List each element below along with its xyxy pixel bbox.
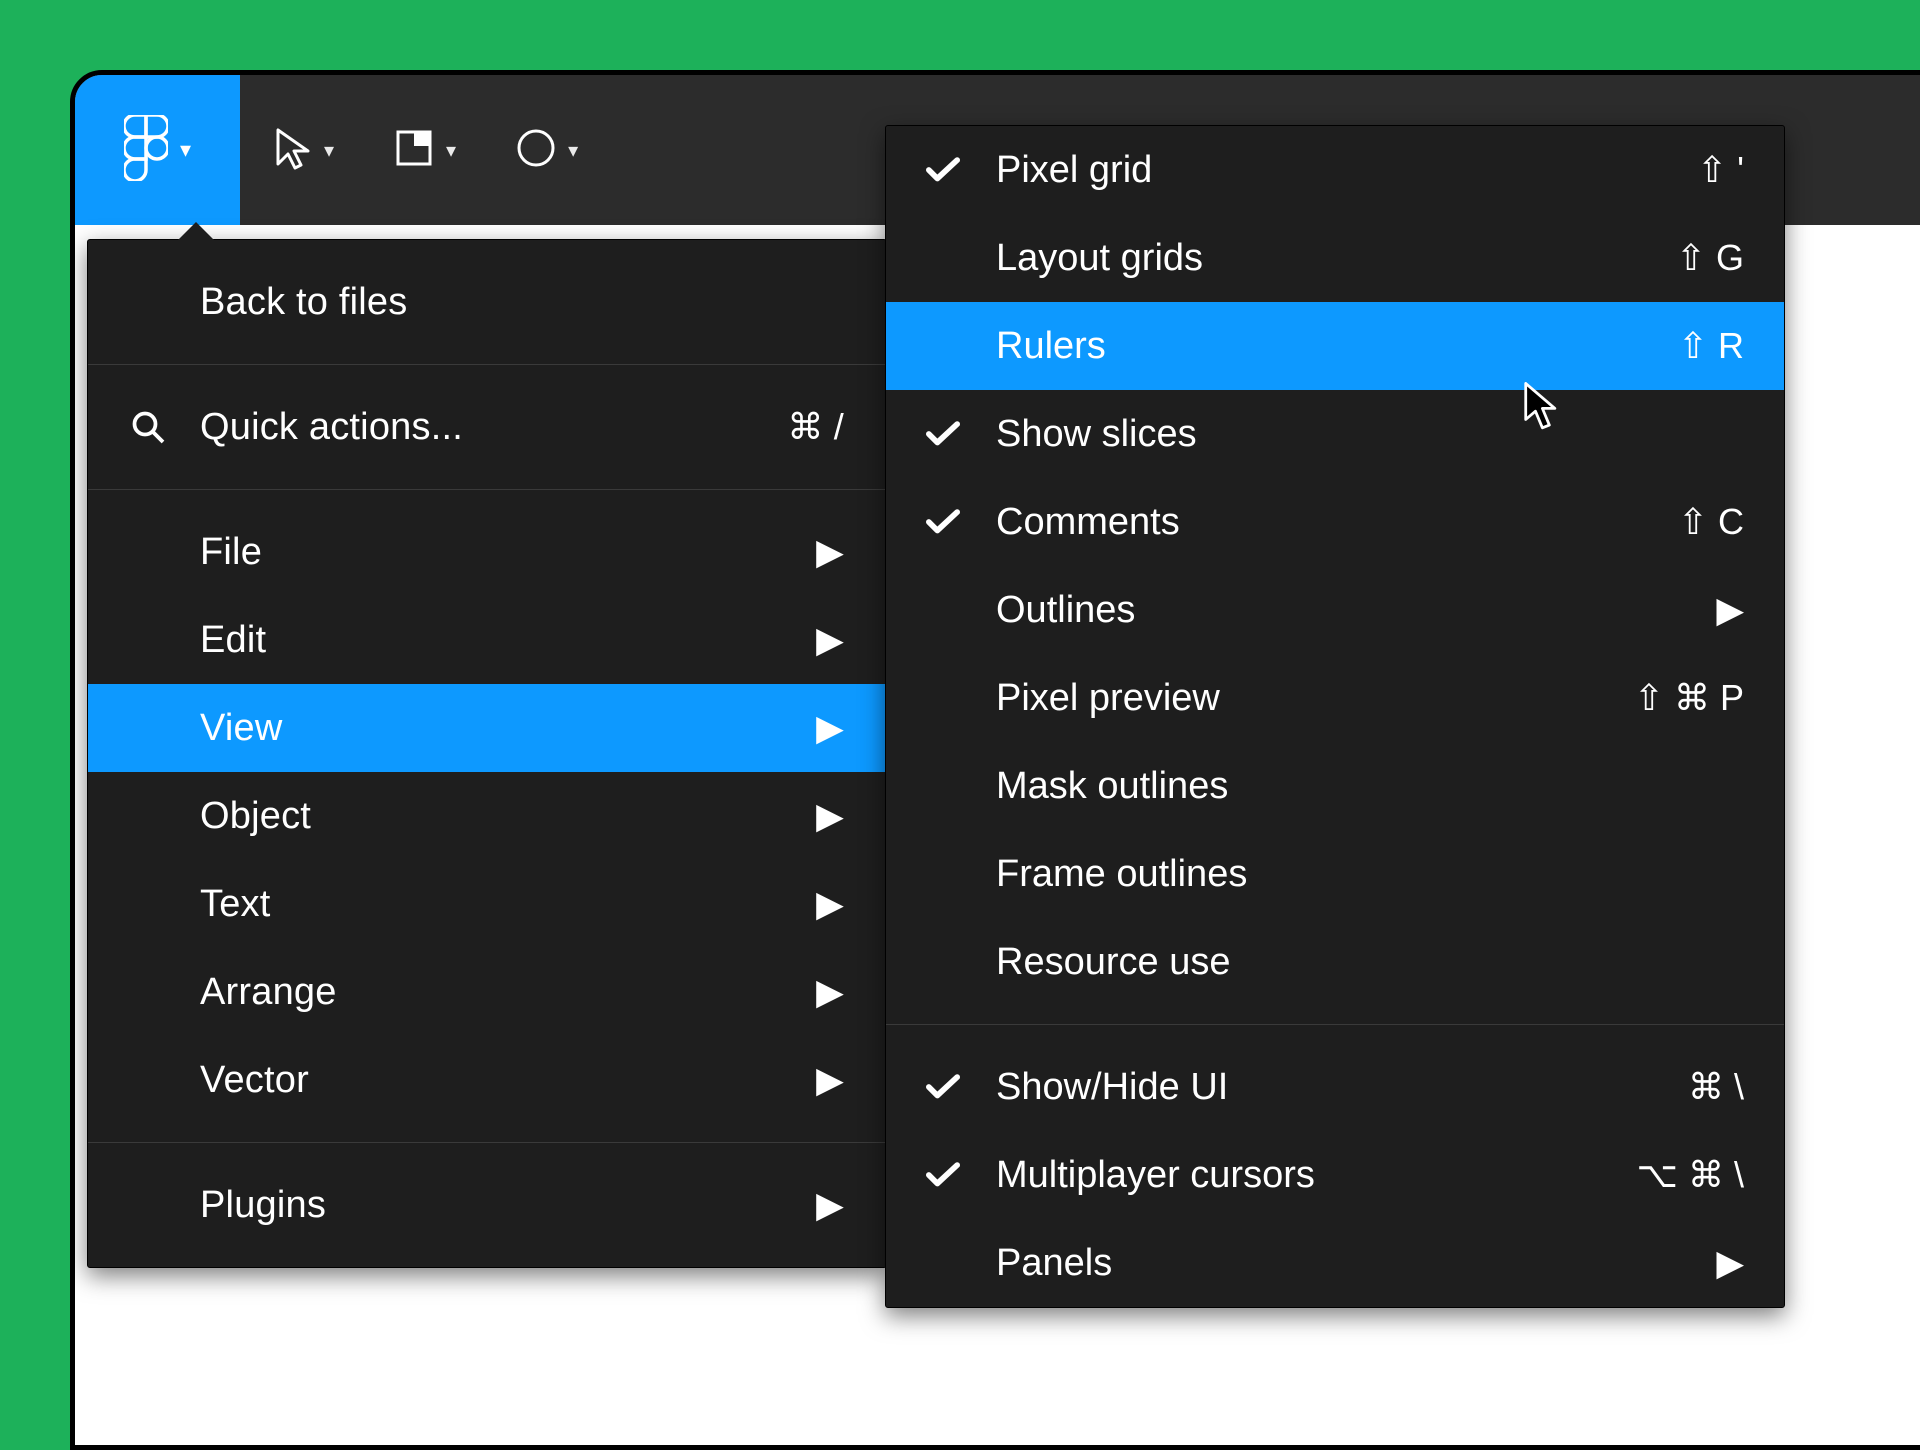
menu-separator	[886, 1024, 1784, 1025]
menu-shortcut: ⇧ G	[1584, 237, 1744, 279]
menu-item-label: Text	[200, 883, 724, 926]
submenu-arrow-icon: ▶	[724, 707, 844, 749]
submenu-arrow-icon: ▶	[724, 971, 844, 1013]
menu-quick-actions[interactable]: Quick actions... ⌘ /	[88, 383, 886, 471]
menu-arrange[interactable]: Arrange▶	[88, 948, 886, 1036]
frame-tool[interactable]: ▾	[362, 75, 484, 225]
ellipse-icon	[512, 124, 560, 177]
submenu-mask-outlines[interactable]: Mask outlines	[886, 742, 1784, 830]
menu-item-label: Outlines	[996, 589, 1584, 632]
check-icon	[926, 509, 996, 535]
submenu-comments[interactable]: Comments⇧ C	[886, 478, 1784, 566]
menu-item-label: Pixel grid	[996, 149, 1584, 192]
menu-item-label: Pixel preview	[996, 677, 1584, 720]
menu-item-label: Plugins	[200, 1184, 724, 1227]
menu-shortcut: ⌘ \	[1584, 1066, 1744, 1108]
menu-item-label: Show slices	[996, 413, 1584, 456]
submenu-arrow-icon: ▶	[724, 1059, 844, 1101]
menu-shortcut: ⇧ R	[1584, 325, 1744, 367]
check-icon	[926, 421, 996, 447]
search-icon	[130, 409, 200, 445]
chevron-down-icon: ▾	[324, 138, 334, 163]
submenu-rulers[interactable]: Rulers⇧ R	[886, 302, 1784, 390]
menu-item-label: Panels	[996, 1242, 1584, 1285]
menu-item-label: Mask outlines	[996, 765, 1584, 808]
menu-item-label: Quick actions...	[200, 406, 724, 449]
submenu-pixel-preview[interactable]: Pixel preview⇧ ⌘ P	[886, 654, 1784, 742]
menu-view[interactable]: View▶	[88, 684, 886, 772]
menu-vector[interactable]: Vector▶	[88, 1036, 886, 1124]
menu-item-label: Vector	[200, 1059, 724, 1102]
menu-shortcut: ⇧ C	[1584, 501, 1744, 543]
submenu-multiplayer-cursors[interactable]: Multiplayer cursors⌥ ⌘ \	[886, 1131, 1784, 1219]
submenu-outlines[interactable]: Outlines▶	[886, 566, 1784, 654]
submenu-arrow-icon: ▶	[724, 883, 844, 925]
submenu-arrow-icon: ▶	[1584, 1242, 1744, 1284]
view-submenu: Pixel grid⇧ 'Layout grids⇧ GRulers⇧ RSho…	[885, 125, 1785, 1308]
chevron-down-icon: ▾	[180, 137, 191, 163]
menu-shortcut: ⇧ ⌘ P	[1584, 677, 1744, 719]
menu-plugins[interactable]: Plugins ▶	[88, 1161, 886, 1249]
figma-logo-icon	[124, 115, 168, 186]
submenu-arrow-icon: ▶	[724, 531, 844, 573]
menu-shortcut: ⌘ /	[724, 406, 844, 448]
menu-item-label: View	[200, 707, 724, 750]
submenu-arrow-icon: ▶	[724, 795, 844, 837]
menu-item-label: File	[200, 531, 724, 574]
frame-icon	[390, 124, 438, 177]
menu-item-label: Rulers	[996, 325, 1584, 368]
check-icon	[926, 157, 996, 183]
menu-shortcut: ⌥ ⌘ \	[1584, 1154, 1744, 1196]
move-tool[interactable]: ▾	[240, 75, 362, 225]
submenu-pixel-grid[interactable]: Pixel grid⇧ '	[886, 126, 1784, 214]
chevron-down-icon: ▾	[568, 138, 578, 163]
menu-item-label: Object	[200, 795, 724, 838]
menu-item-label: Back to files	[200, 281, 724, 324]
main-dropdown-menu: Back to files Quick actions... ⌘ / File▶…	[87, 239, 887, 1268]
figma-menu-button[interactable]: ▾	[75, 75, 240, 225]
submenu-show-slices[interactable]: Show slices	[886, 390, 1784, 478]
submenu-layout-grids[interactable]: Layout grids⇧ G	[886, 214, 1784, 302]
shape-tool[interactable]: ▾	[484, 75, 606, 225]
menu-shortcut: ⇧ '	[1584, 149, 1744, 191]
submenu-panels[interactable]: Panels▶	[886, 1219, 1784, 1307]
menu-item-label: Frame outlines	[996, 853, 1584, 896]
submenu-arrow-icon: ▶	[1584, 589, 1744, 631]
menu-object[interactable]: Object▶	[88, 772, 886, 860]
submenu-resource-use[interactable]: Resource use	[886, 918, 1784, 1006]
check-icon	[926, 1162, 996, 1188]
check-icon	[926, 1074, 996, 1100]
cursor-icon	[268, 124, 316, 177]
submenu-frame-outlines[interactable]: Frame outlines	[886, 830, 1784, 918]
submenu-arrow-icon: ▶	[724, 619, 844, 661]
menu-item-label: Comments	[996, 501, 1584, 544]
menu-item-label: Show/Hide UI	[996, 1066, 1584, 1109]
menu-item-label: Layout grids	[996, 237, 1584, 280]
menu-item-label: Multiplayer cursors	[996, 1154, 1584, 1197]
menu-file[interactable]: File▶	[88, 508, 886, 596]
menu-item-label: Arrange	[200, 971, 724, 1014]
app-window: ▾ ▾ ▾ ▾	[70, 70, 1920, 1450]
menu-item-label: Resource use	[996, 941, 1584, 984]
menu-item-label: Edit	[200, 619, 724, 662]
submenu-show-hide-ui[interactable]: Show/Hide UI⌘ \	[886, 1043, 1784, 1131]
submenu-arrow-icon: ▶	[724, 1184, 844, 1226]
menu-text[interactable]: Text▶	[88, 860, 886, 948]
menu-edit[interactable]: Edit▶	[88, 596, 886, 684]
menu-back-to-files[interactable]: Back to files	[88, 258, 886, 346]
chevron-down-icon: ▾	[446, 138, 456, 163]
